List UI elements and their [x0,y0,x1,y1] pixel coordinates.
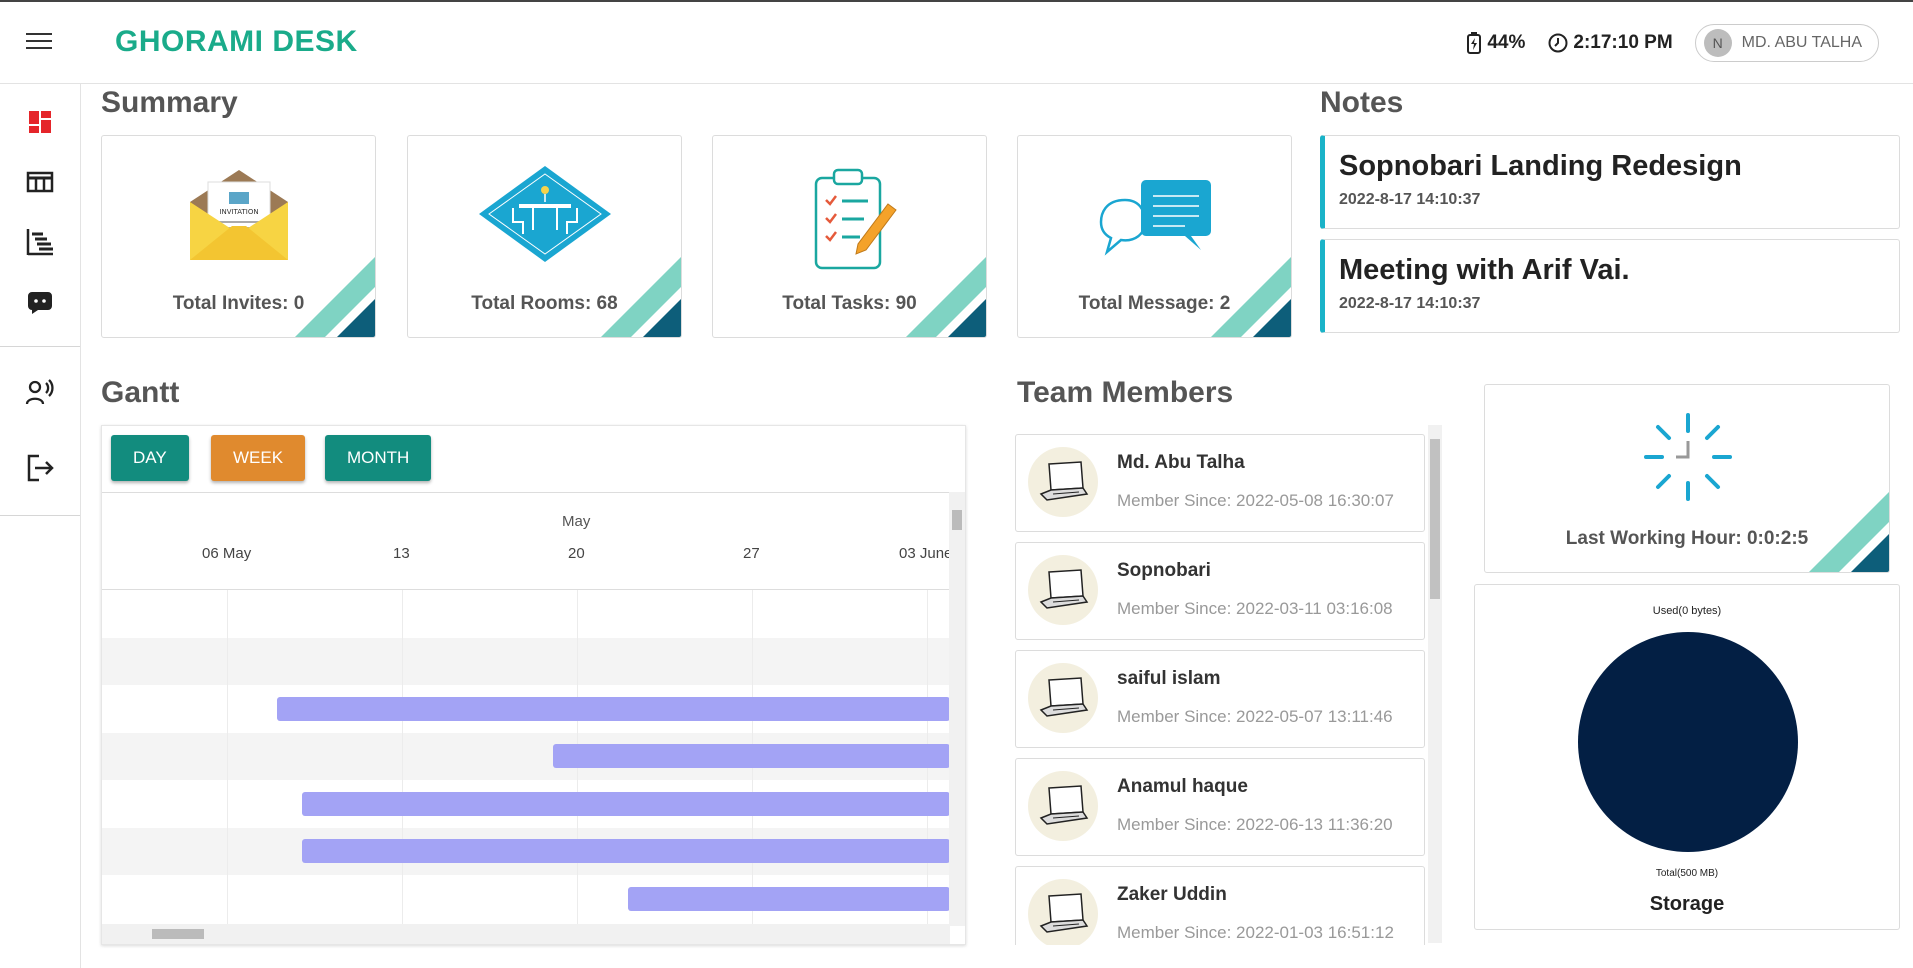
scroll-thumb[interactable] [1430,439,1440,599]
battery-level: 44% [1487,32,1526,53]
laptop-icon [1028,879,1098,945]
list-item[interactable]: Zaker Uddin Member Since: 2022-01-03 16:… [1015,866,1425,945]
member-name: Md. Abu Talha [1117,452,1245,473]
user-name: MD. ABU TALHA [1741,34,1862,51]
summary-card-messages[interactable]: Total Message: 2 [1017,135,1292,338]
top-bar: GHORAMI DESK 44% 2:17:10 PM N MD. ABU TA… [0,2,1913,84]
member-name: Anamul haque [1117,776,1248,797]
gantt-horizontal-scrollbar[interactable] [102,924,950,944]
battery-status: 44% [1465,31,1525,55]
month-view-button[interactable]: MONTH [325,435,432,481]
battery-charging-icon [1467,32,1482,54]
brand-title: GHORAMI DESK [115,25,358,58]
card-corner-decoration [295,257,375,337]
gantt-chart: DAY WEEK MONTH May 06 May 13 20 27 03 Ju… [101,425,966,945]
card-corner-decoration [906,257,986,337]
list-item[interactable]: Anamul haque Member Since: 2022-06-13 11… [1015,758,1425,856]
week-view-button[interactable]: WEEK [211,435,306,481]
gantt-tick: 27 [743,545,760,562]
gantt-task-bar[interactable] [302,792,950,816]
summary-card-tasks[interactable]: Total Tasks: 90 [712,135,987,338]
gantt-heading: Gantt [101,376,180,409]
gantt-vertical-scrollbar[interactable] [949,492,965,926]
gantt-gridline [402,590,403,926]
scroll-thumb[interactable] [952,510,962,530]
storage-card: Used(0 bytes) Total(500 MB) Storage [1474,584,1900,930]
sidebar [0,84,81,968]
member-name: Sopnobari [1117,560,1211,581]
team-members-list: Md. Abu Talha Member Since: 2022-05-08 1… [1015,425,1445,945]
note-title: Sopnobari Landing Redesign [1339,150,1742,182]
note-item[interactable]: Meeting with Arif Vai. 2022-8-17 14:10:3… [1320,239,1900,333]
clock-time: 2:17:10 PM [1573,32,1673,53]
gantt-gridline [227,590,228,926]
day-view-button[interactable]: DAY [111,435,189,481]
note-date: 2022-8-17 14:10:37 [1339,295,1481,312]
storage-total-label: Total(500 MB) [1655,868,1719,879]
card-corner-decoration [601,257,681,337]
list-item[interactable]: Sopnobari Member Since: 2022-03-11 03:16… [1015,542,1425,640]
sidebar-divider [0,515,80,516]
summary-card-rooms[interactable]: Total Rooms: 68 [407,135,682,338]
user-menu-chip[interactable]: N MD. ABU TALHA [1694,24,1879,62]
logout-icon[interactable] [24,452,56,484]
member-since: Member Since: 2022-03-11 03:16:08 [1117,599,1393,618]
last-working-hour-card: Last Working Hour: 0:0:2:5 [1484,384,1890,573]
chat-icon[interactable] [24,286,56,318]
gantt-row [102,590,950,638]
avatar: N [1703,29,1732,57]
header-status: 44% 2:17:10 PM N MD. ABU TALHA [1465,24,1879,62]
laptop-icon [1028,447,1098,517]
note-date: 2022-8-17 14:10:37 [1339,191,1481,208]
member-since: Member Since: 2022-05-07 13:11:46 [1117,707,1393,726]
card-corner-decoration [1809,492,1889,572]
team-scrollbar[interactable] [1428,425,1442,943]
member-name: Zaker Uddin [1117,884,1227,905]
gantt-tick: 13 [393,545,410,562]
gantt-task-bar[interactable] [628,887,950,911]
laptop-icon [1028,771,1098,841]
team-voice-icon[interactable] [24,376,56,408]
gantt-task-bar[interactable] [277,697,950,721]
team-heading: Team Members [1017,376,1234,409]
member-since: Member Since: 2022-01-03 16:51:12 [1117,923,1394,942]
note-title: Meeting with Arif Vai. [1339,254,1630,286]
storage-used-label: Used(0 bytes) [1652,605,1722,617]
dashboard-icon[interactable] [24,106,56,138]
note-item[interactable]: Sopnobari Landing Redesign 2022-8-17 14:… [1320,135,1900,229]
gantt-tick: 20 [568,545,585,562]
envelope-card-text: INVITATION [219,208,258,216]
gantt-task-bar[interactable] [553,744,950,768]
gantt-grid [102,590,950,926]
gantt-month-label: May [562,513,591,530]
summary-heading: Summary [101,86,238,119]
member-since: Member Since: 2022-05-08 16:30:07 [1117,491,1394,510]
scroll-thumb[interactable] [152,929,204,939]
storage-title: Storage [1649,893,1725,915]
laptop-icon [1028,663,1098,733]
gantt-row [102,637,950,685]
card-corner-decoration [1211,257,1291,337]
gantt-tick: 03 June [899,545,953,562]
gantt-list-icon[interactable] [24,226,56,258]
list-item[interactable]: saiful islam Member Since: 2022-05-07 13… [1015,650,1425,748]
clock-icon [1548,33,1568,53]
clock-status: 2:17:10 PM [1547,32,1673,54]
sidebar-divider [0,346,80,347]
list-item[interactable]: Md. Abu Talha Member Since: 2022-05-08 1… [1015,434,1425,532]
table-icon[interactable] [24,166,56,198]
storage-free-slice [1578,632,1798,852]
storage-pie-chart [1578,632,1798,852]
summary-card-invites[interactable]: INVITATION Total Invites: 0 [101,135,376,338]
gantt-timeline-header: May 06 May 13 20 27 03 June [102,492,953,590]
loading-spinner-icon [1644,413,1732,501]
member-name: saiful islam [1117,668,1221,689]
hamburger-menu-icon[interactable] [26,33,52,53]
gantt-task-bar[interactable] [302,839,950,863]
gantt-tick: 06 May [202,545,252,562]
member-since: Member Since: 2022-06-13 11:36:20 [1117,815,1393,834]
notes-heading: Notes [1320,86,1404,119]
laptop-icon [1028,555,1098,625]
